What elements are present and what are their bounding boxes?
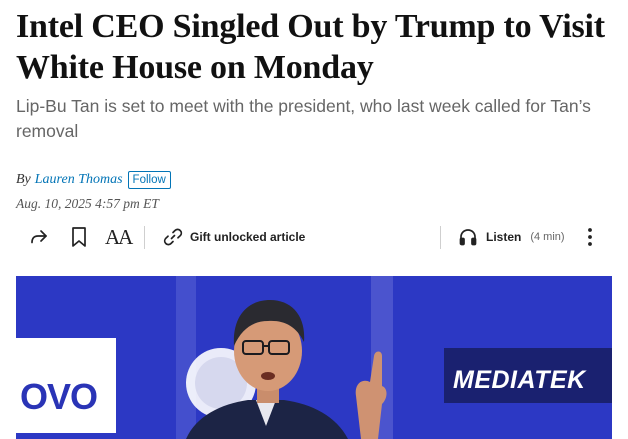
more-options-button[interactable] [586, 225, 594, 249]
headphones-icon [459, 229, 477, 246]
article-hero-photo: OVO MEDIATEK [16, 276, 612, 439]
sponsor-logo-right: MEDIATEK [453, 366, 586, 394]
link-icon [163, 228, 183, 246]
toolbar-divider [440, 226, 441, 249]
more-vertical-icon [588, 228, 592, 246]
follow-button[interactable]: Follow [127, 171, 171, 189]
gift-article-button[interactable]: Gift unlocked article [163, 225, 305, 249]
bookmark-button[interactable] [71, 225, 87, 249]
byline-prefix: By [16, 172, 31, 187]
article-toolbar: AA Gift unlocked article Listen (4 min) [16, 222, 612, 252]
hero-photo-illustration [16, 276, 612, 439]
share-button[interactable] [28, 225, 50, 249]
toolbar-divider [144, 226, 145, 249]
byline: By Lauren Thomas Follow [16, 171, 171, 189]
text-size-label: AA [105, 224, 133, 249]
publish-date: Aug. 10, 2025 4:57 pm ET [16, 196, 159, 211]
author-link[interactable]: Lauren Thomas [35, 172, 123, 188]
article-dek: Lip-Bu Tan is set to meet with the presi… [16, 96, 591, 141]
article-headline: Intel CEO Singled Out by Trump to Visit … [16, 8, 605, 86]
sponsor-logo-left: OVO [20, 376, 98, 417]
text-size-button[interactable]: AA [105, 224, 133, 249]
listen-duration: (4 min) [530, 231, 565, 243]
listen-label: Listen [486, 230, 522, 244]
gift-article-label: Gift unlocked article [190, 230, 306, 244]
share-arrow-icon [31, 230, 47, 244]
listen-button[interactable]: Listen (4 min) [458, 225, 565, 249]
bookmark-icon [72, 227, 86, 247]
